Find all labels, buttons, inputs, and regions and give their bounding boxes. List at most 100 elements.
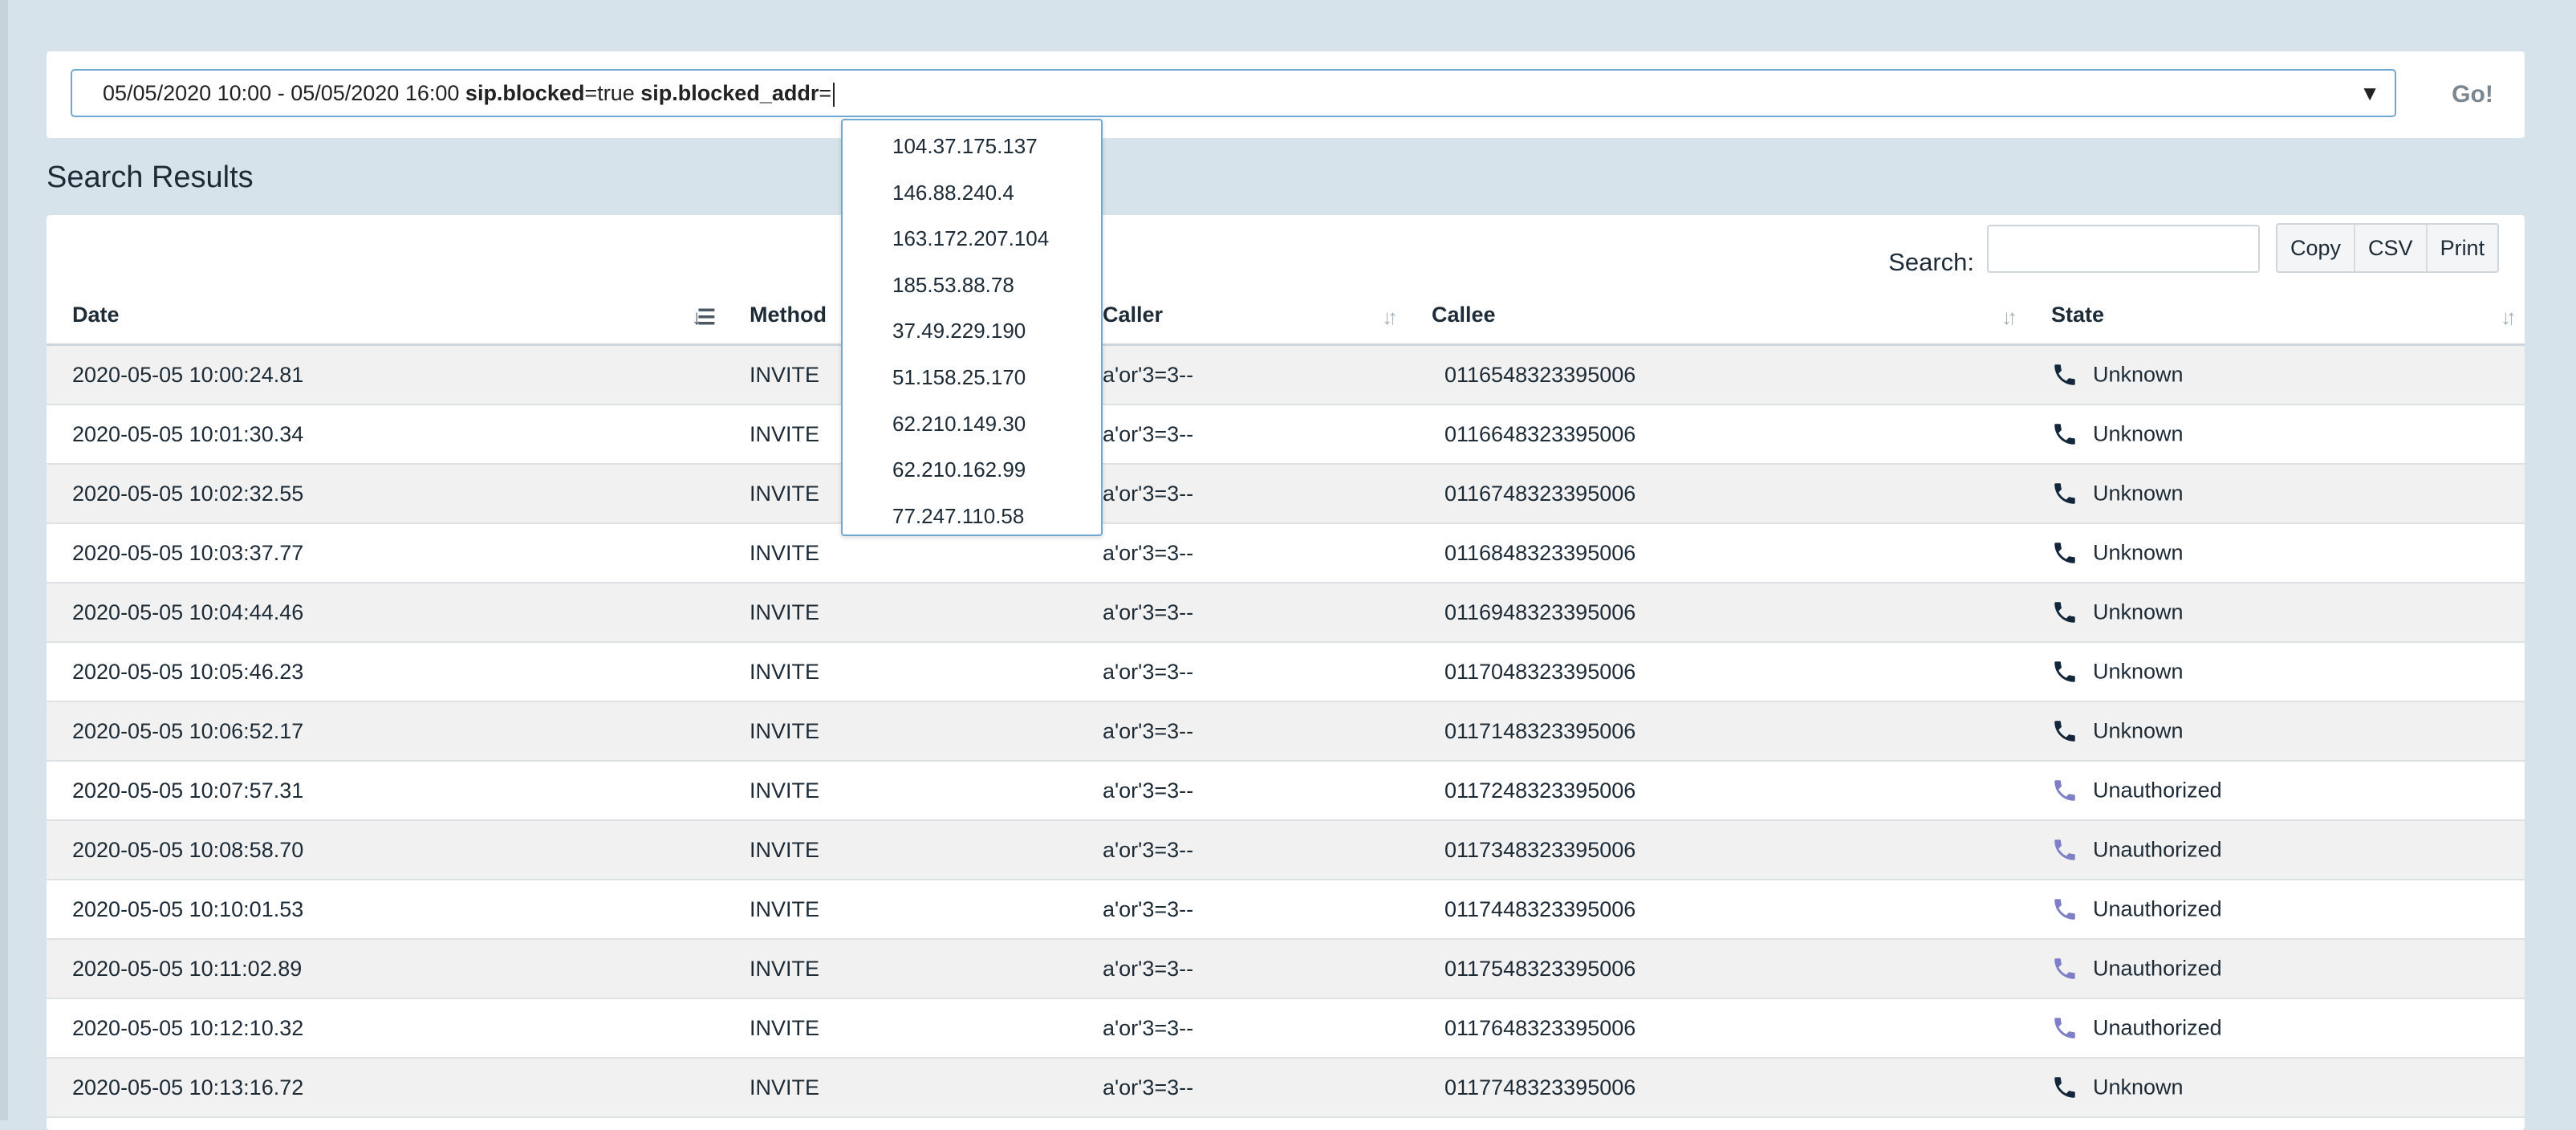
phone-icon [2054,1018,2075,1039]
table-row[interactable]: 2020-05-05 10:03:37.77 INVITE a'or'3=3-- 01… [47,523,2525,583]
results-panel: Search: Copy CSV Print Date ↓☰ Method Cal… [47,215,2525,1130]
phone-icon [2054,1077,2075,1098]
csv-button[interactable]: CSV [2355,225,2428,271]
cell-state: Unknown [2025,642,2525,702]
cell-callee: 0116548323395006 [1406,344,2025,405]
search-input[interactable] [1987,225,2260,273]
caret-down-icon[interactable]: ▼ [2359,71,2380,116]
state-label: Unknown [2093,481,2184,506]
cell-caller: a'or'3=3-- [1077,701,1406,762]
table-row[interactable]: 2020-05-05 10:11:02.89 INVITE a'or'3=3-- 01… [47,939,2525,999]
autocomplete-option[interactable]: 163.172.207.104 [843,216,1101,262]
copy-button[interactable]: Copy [2277,225,2356,271]
table-row[interactable]: 2020-05-05 10:08:58.70 INVITE a'or'3=3-- 01… [47,820,2525,880]
state-label: Unauthorized [2093,837,2222,862]
cell-caller: a'or'3=3-- [1077,998,1406,1059]
cell-state: Unauthorized [2025,880,2525,940]
left-edge [0,0,8,1120]
cell-caller: a'or'3=3-- [1077,344,1406,405]
cell-method: INVITE [724,880,1077,940]
query-value-2: = [819,81,832,105]
query-input[interactable]: 05/05/2020 10:00 - 05/05/2020 16:00 sip.… [71,69,2396,117]
state-label: Unknown [2093,600,2184,624]
table-row[interactable]: 2020-05-05 10:02:32.55 INVITE a'or'3=3-- 01… [47,464,2525,524]
cell-caller: a'or'3=3-- [1077,939,1406,999]
autocomplete-dropdown: 104.37.175.137 146.88.240.4 163.172.207.10… [841,119,1103,536]
phone-icon [2054,661,2075,682]
cell-caller: a'or'3=3-- [1077,464,1406,524]
phone-icon [2054,958,2075,979]
autocomplete-option[interactable]: 146.88.240.4 [843,170,1101,217]
cell-callee: 0117448323395006 [1406,880,2025,940]
export-button-group: Copy CSV Print [2276,223,2500,273]
cell-method: INVITE [724,642,1077,702]
autocomplete-option[interactable]: 185.53.88.78 [843,262,1101,309]
table-row[interactable]: 2020-05-05 10:13:16.72 INVITE a'or'3=3-- 01… [47,1058,2525,1118]
cell-date: 2020-05-05 10:10:01.53 [47,880,724,940]
cell-callee: 0117648323395006 [1406,998,2025,1059]
column-header-caller[interactable]: Caller ↓↑ [1077,286,1406,346]
cell-caller: a'or'3=3-- [1077,880,1406,940]
column-header-state[interactable]: State ↓↑ [2025,286,2525,346]
cell-date: 2020-05-05 10:13:16.72 [47,1058,724,1118]
state-label: Unauthorized [2093,896,2222,921]
state-label: Unknown [2093,540,2184,565]
cell-callee: 0116648323395006 [1406,404,2025,465]
results-heading: Search Results [47,161,254,194]
state-label: Unauthorized [2093,956,2222,981]
sort-arrows-icon[interactable]: ↓↑ [1382,305,1398,330]
state-label: Unknown [2093,421,2184,446]
query-date-range: 05/05/2020 10:00 - 05/05/2020 16:00 [103,81,460,105]
autocomplete-option[interactable]: 37.49.229.190 [843,308,1101,355]
cell-state: Unknown [2025,701,2525,762]
print-button[interactable]: Print [2428,225,2498,271]
sort-desc-icon[interactable]: ↓☰ [692,305,716,330]
text-cursor [833,82,835,107]
phone-icon [2054,543,2075,563]
autocomplete-option[interactable]: 62.210.162.99 [843,447,1101,494]
state-label: Unauthorized [2093,778,2222,803]
cell-state: Unauthorized [2025,939,2525,999]
cell-state: Unknown [2025,583,2525,643]
autocomplete-option[interactable]: 77.247.110.58 [843,494,1101,540]
table-row[interactable]: 2020-05-05 10:10:01.53 INVITE a'or'3=3-- 01… [47,880,2525,940]
autocomplete-option[interactable]: 51.158.25.170 [843,355,1101,401]
cell-state: Unknown [2025,523,2525,583]
results-table: Date ↓☰ Method Caller ↓↑ Callee ↓↑ State ↓↑ … [47,286,2525,1118]
sort-arrows-icon[interactable]: ↓↑ [2001,305,2017,330]
autocomplete-option[interactable]: 104.37.175.137 [843,124,1101,170]
table-row[interactable]: 2020-05-05 10:05:46.23 INVITE a'or'3=3-- 01… [47,642,2525,702]
cell-callee: 0117748323395006 [1406,1058,2025,1118]
cell-caller: a'or'3=3-- [1077,1058,1406,1118]
phone-icon [2054,483,2075,504]
table-row[interactable]: 2020-05-05 10:07:57.31 INVITE a'or'3=3-- 01… [47,761,2525,821]
cell-caller: a'or'3=3-- [1077,642,1406,702]
query-key-2: sip.blocked_addr [640,81,819,105]
table-row[interactable]: 2020-05-05 10:01:30.34 INVITE a'or'3=3-- 01… [47,404,2525,465]
table-row[interactable]: 2020-05-05 10:12:10.32 INVITE a'or'3=3-- 01… [47,998,2525,1059]
table-row[interactable]: 2020-05-05 10:06:52.17 INVITE a'or'3=3-- 01… [47,701,2525,762]
cell-date: 2020-05-05 10:06:52.17 [47,701,724,762]
cell-state: Unknown [2025,464,2525,524]
sort-arrows-icon[interactable]: ↓↑ [2501,305,2517,330]
cell-date: 2020-05-05 10:02:32.55 [47,464,724,524]
cell-callee: 0116848323395006 [1406,523,2025,583]
column-header-date[interactable]: Date ↓☰ [47,286,724,346]
table-row[interactable]: 2020-05-05 10:00:24.81 INVITE a'or'3=3-- 01… [47,344,2525,405]
phone-icon [2054,839,2075,860]
phone-icon [2054,364,2075,385]
cell-method: INVITE [724,701,1077,762]
cell-method: INVITE [724,939,1077,999]
cell-date: 2020-05-05 10:03:37.77 [47,523,724,583]
state-label: Unknown [2093,718,2184,743]
autocomplete-option[interactable]: 62.210.149.30 [843,401,1101,448]
column-header-callee[interactable]: Callee ↓↑ [1406,286,2025,346]
state-label: Unauthorized [2093,1015,2222,1040]
query-key-1: sip.blocked [465,81,585,105]
cell-date: 2020-05-05 10:11:02.89 [47,939,724,999]
cell-callee: 0117248323395006 [1406,761,2025,821]
state-label: Unknown [2093,1075,2184,1100]
cell-state: Unknown [2025,404,2525,465]
go-button[interactable]: Go! [2436,79,2509,111]
table-row[interactable]: 2020-05-05 10:04:44.46 INVITE a'or'3=3-- 01… [47,583,2525,643]
